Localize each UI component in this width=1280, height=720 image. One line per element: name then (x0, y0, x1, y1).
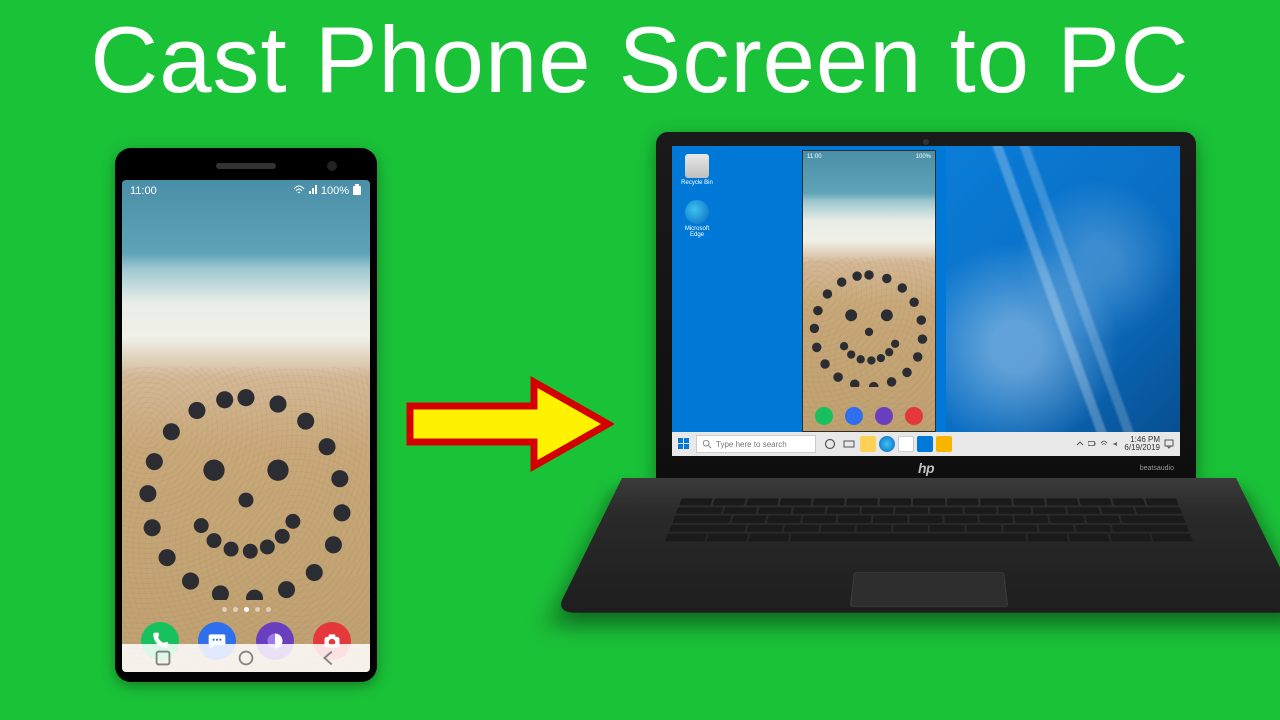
home-button[interactable] (235, 647, 257, 669)
arrow-icon (404, 376, 614, 472)
status-time: 11:00 (130, 185, 157, 197)
browser-icon (875, 407, 893, 425)
desktop-icon-label: Recycle Bin (680, 180, 714, 186)
phone-wallpaper: 11:00 100% (122, 180, 370, 672)
mail-icon[interactable] (917, 436, 933, 452)
phone-earpiece (216, 163, 276, 169)
laptop-screen: Recycle Bin Microsoft Edge (672, 146, 1180, 456)
cast-statusbar: 11:00 100% (803, 151, 935, 163)
status-time: 11:00 (807, 154, 822, 160)
tray-battery-icon[interactable] (1088, 440, 1096, 448)
back-button[interactable] (318, 647, 340, 669)
system-tray: 1:46 PM 6/19/2019 (1076, 436, 1180, 452)
laptop-lid: Recycle Bin Microsoft Edge (656, 132, 1196, 482)
search-icon (702, 439, 712, 449)
search-placeholder: Type here to search (716, 440, 787, 449)
desktop-icon-label: Microsoft Edge (680, 226, 714, 238)
cortana-icon[interactable] (822, 436, 838, 452)
file-explorer-icon[interactable] (860, 436, 876, 452)
windows-taskbar: Type here to search (672, 432, 1180, 456)
taskview-icon[interactable] (841, 436, 857, 452)
windows-wallpaper (946, 146, 1180, 432)
taskbar-search[interactable]: Type here to search (696, 435, 816, 453)
status-battery: 100% (916, 154, 931, 160)
phone-front-camera (327, 161, 337, 171)
laptop-base (622, 478, 1236, 678)
recycle-bin-icon[interactable]: Recycle Bin (680, 154, 714, 186)
smiley-face (810, 269, 929, 388)
phone-screen: 11:00 100% (122, 180, 370, 672)
signal-icon (308, 185, 318, 198)
camera-icon (905, 407, 923, 425)
laptop-keyboard (665, 498, 1193, 541)
edge-taskbar-icon[interactable] (879, 436, 895, 452)
phone-statusbar: 11:00 100% (122, 180, 370, 202)
laptop-trackpad (850, 572, 1008, 607)
cast-window[interactable]: 11:00 100% (802, 150, 936, 432)
tray-chevron-icon[interactable] (1076, 440, 1084, 448)
laptop-logo: hp (918, 460, 934, 476)
start-button[interactable] (672, 432, 696, 456)
status-battery: 100% (321, 185, 349, 197)
tray-volume-icon[interactable] (1112, 440, 1120, 448)
messages-icon (845, 407, 863, 425)
laptop-mockup: Recycle Bin Microsoft Edge (622, 132, 1236, 688)
smiley-face (139, 387, 352, 600)
cast-content: 11:00 100% (803, 151, 935, 431)
phone-navbar (122, 644, 370, 672)
page-title: Cast Phone Screen to PC (0, 0, 1280, 114)
store-icon[interactable] (898, 436, 914, 452)
taskbar-pinned (822, 436, 952, 452)
clock-date: 6/19/2019 (1124, 444, 1160, 452)
laptop-audio-brand: beatsaudio (1140, 465, 1174, 472)
battery-icon (352, 184, 362, 199)
wifi-icon (293, 185, 305, 198)
edge-icon[interactable]: Microsoft Edge (680, 200, 714, 238)
app-icon[interactable] (936, 436, 952, 452)
cast-dock (803, 407, 935, 425)
phone-mockup: 11:00 100% (115, 148, 377, 682)
thumbnail-content: 11:00 100% (0, 130, 1280, 710)
recents-button[interactable] (152, 647, 174, 669)
tray-wifi-icon[interactable] (1100, 440, 1108, 448)
page-indicator (122, 607, 370, 612)
taskbar-clock[interactable]: 1:46 PM 6/19/2019 (1124, 436, 1160, 452)
phone-icon (815, 407, 833, 425)
notifications-icon[interactable] (1164, 439, 1174, 449)
